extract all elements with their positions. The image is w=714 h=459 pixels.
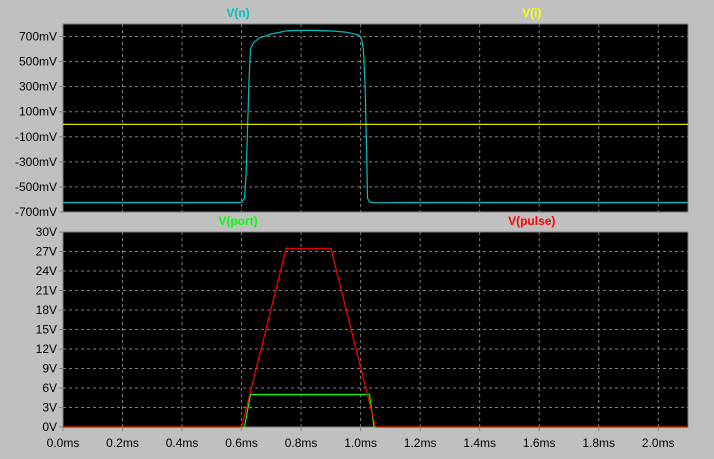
bottom-y-tick-label: 6V [42, 381, 57, 395]
top-pane[interactable]: -700mV -500mV -300mV -100mV 100mV 300mV 500mV 7… [15, 6, 689, 219]
x-tick-label: 0.4ms [166, 436, 199, 450]
waveform-viewer: -700mV -500mV -300mV -100mV 100mV 300mV 500mV 7… [0, 0, 714, 459]
legend-v-n[interactable]: V(n) [226, 6, 249, 20]
top-y-tick-label: 500mV [19, 55, 57, 69]
x-tick-label: 0.8ms [285, 436, 318, 450]
bottom-y-tick-label: 24V [36, 264, 57, 278]
bottom-y-tick-label: 15V [36, 323, 57, 337]
x-tick-label: 1.4ms [463, 436, 496, 450]
x-tick-label: 0.2ms [106, 436, 139, 450]
legend-v-port[interactable]: V(port) [218, 214, 257, 228]
bottom-y-tick-label: 18V [36, 303, 57, 317]
bottom-y-tick-label: 3V [42, 401, 57, 415]
bottom-y-tick-label: 9V [42, 362, 57, 376]
bottom-y-tick-label: 27V [36, 245, 57, 259]
top-y-tick-label: 700mV [19, 30, 57, 44]
x-tick-label: 0.0ms [47, 436, 80, 450]
bottom-y-tick-label: 12V [36, 342, 57, 356]
bottom-pane[interactable]: 0V 3V 6V 9V 12V 15V 18V 21V 24V 27V 30V V(port) V(p… [36, 214, 689, 434]
x-tick-label: 0.6ms [225, 436, 258, 450]
top-y-tick-label: 100mV [19, 105, 57, 119]
x-tick-label: 2.0ms [642, 436, 675, 450]
legend-v-pulse[interactable]: V(pulse) [508, 214, 555, 228]
x-tick-label: 1.0ms [344, 436, 377, 450]
top-y-tick-label: -300mV [15, 155, 57, 169]
x-tick-label: 1.8ms [582, 436, 615, 450]
top-y-tick-label: 300mV [19, 80, 57, 94]
top-y-tick-label: -700mV [15, 205, 57, 219]
x-tick-label: 1.2ms [404, 436, 437, 450]
bottom-y-tick-label: 0V [42, 420, 57, 434]
top-y-tick-label: -100mV [15, 130, 57, 144]
top-y-tick-label: -500mV [15, 180, 57, 194]
legend-v-i[interactable]: V(i) [522, 6, 541, 20]
top-plot-area[interactable] [63, 24, 688, 212]
x-tick-label: 1.6ms [523, 436, 556, 450]
bottom-y-tick-label: 21V [36, 284, 57, 298]
bottom-y-tick-label: 30V [36, 225, 57, 239]
